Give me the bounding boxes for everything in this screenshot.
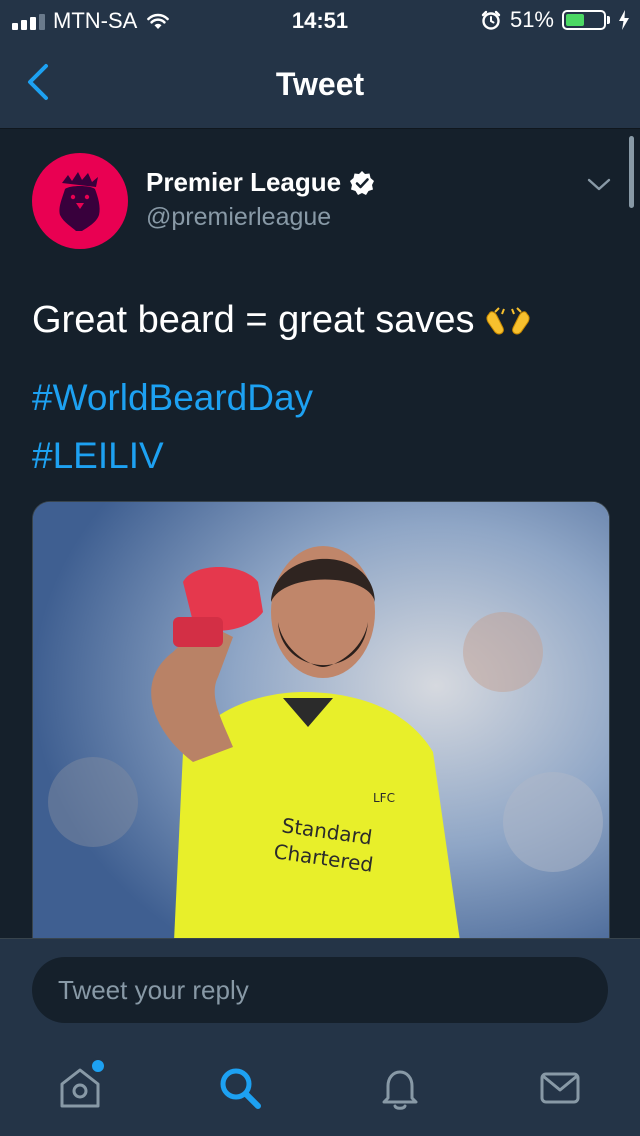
tweet-detail: Premier League @premierleague Great bear… — [0, 129, 640, 939]
tweet-photo[interactable]: LFC Standard Chartered — [32, 501, 610, 939]
status-bar: MTN-SA 14:51 51% — [0, 0, 640, 40]
tweet-text: Great beard = great saves — [32, 299, 531, 342]
hashtag-link[interactable]: #LEILIV — [32, 435, 164, 477]
notifications-icon[interactable] — [374, 1062, 426, 1114]
battery-icon — [562, 10, 606, 30]
charging-icon — [619, 10, 629, 30]
scrollbar[interactable] — [629, 136, 634, 208]
nav-bar: Tweet — [0, 40, 640, 129]
avatar[interactable] — [32, 153, 128, 249]
messages-icon[interactable] — [534, 1062, 586, 1114]
author-handle[interactable]: @premierleague — [146, 203, 331, 232]
battery-tip — [607, 16, 610, 24]
lion-logo-icon — [59, 172, 100, 231]
reply-input[interactable] — [32, 957, 608, 1023]
verified-badge-icon — [350, 170, 375, 195]
hashtag-link[interactable]: #WorldBeardDay — [32, 377, 313, 419]
goalkeeper-photo: LFC Standard Chartered — [33, 502, 609, 939]
raising-hands-emoji — [485, 306, 530, 334]
alarm-icon — [481, 10, 501, 30]
status-right: 51% — [480, 7, 630, 33]
jersey-crest-text: LFC — [373, 791, 395, 805]
author-name[interactable]: Premier League — [146, 167, 375, 198]
battery-fill — [566, 14, 584, 26]
author-name-label: Premier League — [146, 167, 342, 197]
reply-bar — [0, 938, 640, 1039]
tweet-text-body: Great beard = great saves — [32, 299, 475, 341]
new-tweets-dot — [90, 1058, 106, 1074]
battery-percent: 51% — [509, 7, 554, 32]
page-title: Tweet — [275, 66, 365, 102]
tab-bar — [0, 1038, 640, 1136]
search-icon[interactable] — [214, 1062, 266, 1114]
screen: MTN-SA 14:51 51% Tweet Premier League @p… — [0, 0, 640, 1136]
chevron-down-icon[interactable] — [586, 175, 612, 195]
